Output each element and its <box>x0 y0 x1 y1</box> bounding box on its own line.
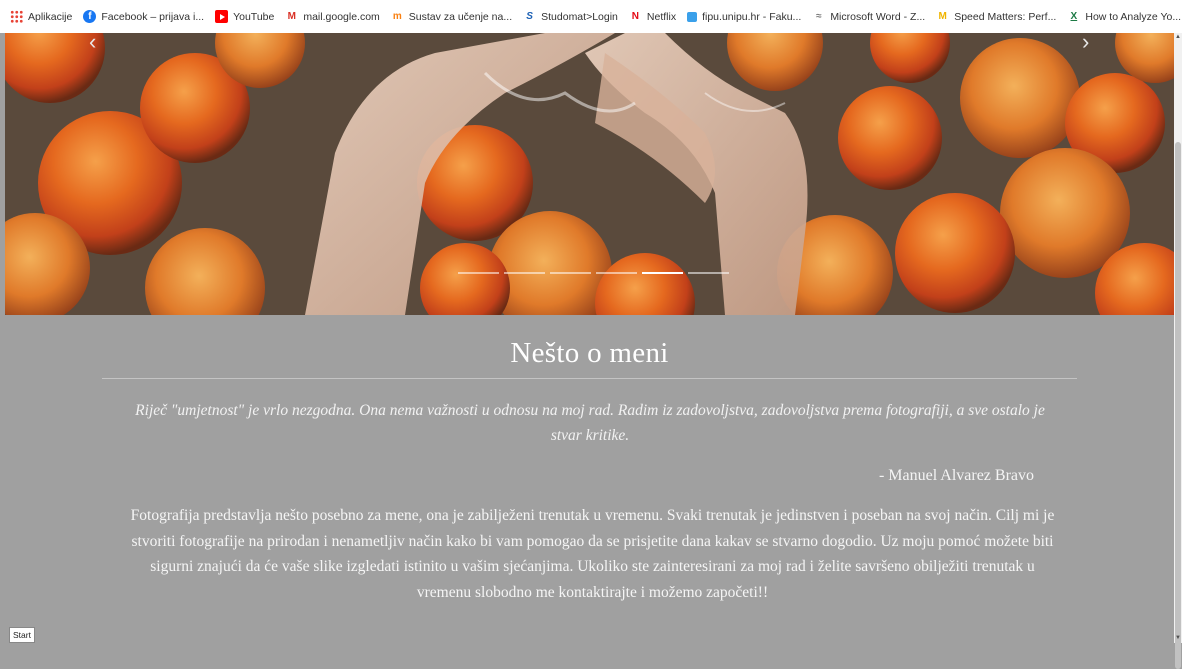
bookmark-analyze[interactable]: X How to Analyze Yo... <box>1067 10 1182 23</box>
bookmark-youtube[interactable]: YouTube <box>215 10 274 23</box>
carousel-indicators <box>458 272 729 274</box>
moodle-icon: m <box>392 11 402 22</box>
bookmark-label: Facebook – prijava i... <box>101 10 205 23</box>
bookmark-label: Studomat>Login <box>541 10 618 23</box>
bookmark-gmail[interactable]: Mmail.google.com <box>285 10 380 23</box>
carousel-next-button[interactable]: › <box>1082 33 1089 53</box>
document-icon: ≈ <box>816 11 822 22</box>
facebook-icon: f <box>83 10 97 23</box>
vertical-scrollbar[interactable]: ▲ ▼ <box>1174 33 1182 669</box>
youtube-icon <box>215 10 229 23</box>
bookmark-fipu[interactable]: fipu.unipu.hr - Faku... <box>687 11 801 23</box>
about-body-text: Fotografija predstavlja nešto posebno za… <box>130 507 1055 601</box>
bookmark-speed-matters[interactable]: M Speed Matters: Perf... <box>936 10 1057 23</box>
carousel-indicator[interactable] <box>596 272 637 274</box>
carousel-indicator[interactable] <box>458 272 499 274</box>
bookmark-moodle[interactable]: m Sustav za učenje na... <box>391 10 512 23</box>
apps-grid-icon <box>10 10 23 23</box>
globe-icon <box>687 11 698 22</box>
bookmark-label: fipu.unipu.hr - Faku... <box>702 10 802 23</box>
bookmark-label: Netflix <box>646 10 677 23</box>
bookmark-label: Speed Matters: Perf... <box>954 10 1057 23</box>
bookmarks-bar: Aplikacije f Facebook – prijava i... YouT… <box>0 0 1182 33</box>
quote-author: - Manuel Alvarez Bravo <box>878 467 1034 484</box>
bookmark-label: How to Analyze Yo... <box>1085 10 1182 23</box>
bookmark-label: Aplikacije <box>28 10 73 23</box>
scroll-down-icon[interactable]: ▼ <box>1175 635 1181 641</box>
bookmark-label: Microsoft Word - Z... <box>830 10 926 23</box>
about-quote: Riječ "umjetnost" je vrlo nezgodna. Ona … <box>135 402 1045 444</box>
excel-icon: X <box>1070 11 1078 22</box>
bookmark-label: Sustav za učenje na... <box>408 10 513 23</box>
scrollbar-thumb[interactable] <box>1175 142 1181 669</box>
bookmark-label: mail.google.com <box>303 10 380 23</box>
studomat-icon: S <box>526 11 533 22</box>
bookmark-word[interactable]: ≈ Microsoft Word - Z... <box>812 10 925 23</box>
speed-icon: M <box>938 11 947 22</box>
start-tooltip: Start <box>9 627 35 643</box>
bookmark-label: YouTube <box>233 10 275 23</box>
carousel-indicator[interactable] <box>642 272 683 274</box>
carousel-indicator[interactable] <box>688 272 729 274</box>
about-section: Nešto o meni Riječ "umjetnost" je vrlo n… <box>5 315 1174 643</box>
gmail-icon: M <box>287 11 297 22</box>
heading-divider <box>102 378 1077 379</box>
hero-carousel: ‹ › <box>5 33 1174 315</box>
netflix-icon: N <box>631 11 640 22</box>
carousel-indicator[interactable] <box>504 272 545 274</box>
carousel-indicator[interactable] <box>550 272 591 274</box>
about-heading: Nešto o meni <box>510 337 669 369</box>
bookmark-apps[interactable]: Aplikacije <box>10 10 72 23</box>
bookmark-studomat[interactable]: S Studomat>Login <box>523 10 618 23</box>
carousel-prev-button[interactable]: ‹ <box>89 33 96 53</box>
bookmark-netflix[interactable]: N Netflix <box>629 10 676 23</box>
scroll-up-icon[interactable]: ▲ <box>1175 34 1181 40</box>
bookmark-facebook[interactable]: f Facebook – prijava i... <box>83 10 204 23</box>
